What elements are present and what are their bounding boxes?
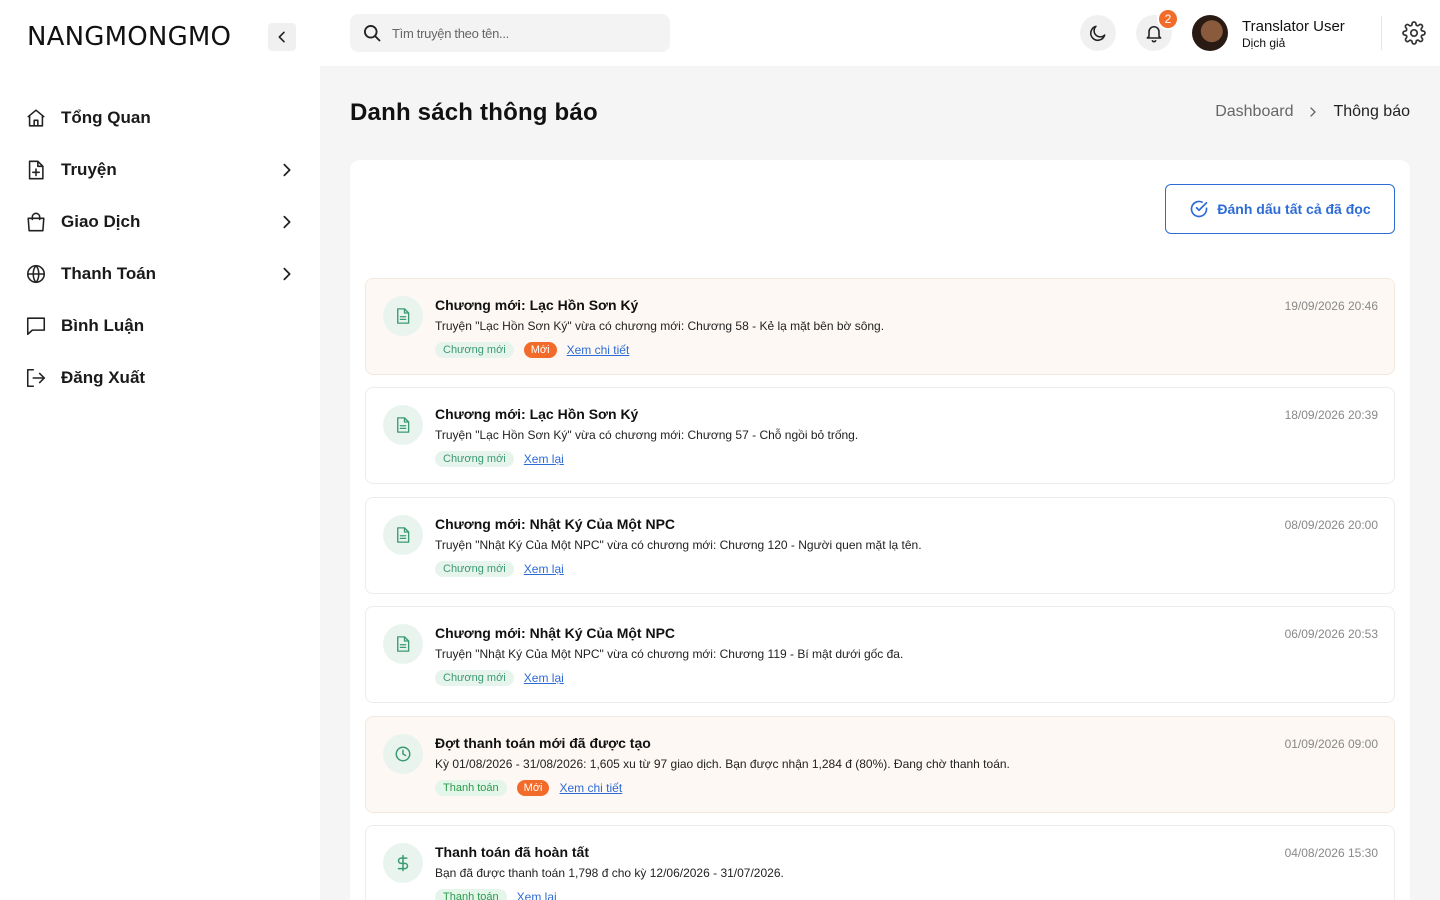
mark-all-read-button[interactable]: Đánh dấu tất cả đã đọc	[1165, 184, 1395, 234]
notification-count-badge: 2	[1157, 8, 1179, 30]
search-icon	[364, 25, 381, 42]
notification-item[interactable]: Chương mới: Nhật Ký Của Một NPC Truyện "…	[365, 606, 1395, 703]
file-plus-icon	[24, 158, 48, 182]
notification-message: Truyện "Lạc Hồn Sơn Ký" vừa có chương mớ…	[435, 319, 885, 333]
notification-item[interactable]: Đợt thanh toán mới đã được tạo Kỳ 01/08/…	[365, 716, 1395, 813]
notification-tags: Chương mới Mới Xem chi tiết	[435, 342, 629, 358]
chevron-left-icon	[278, 31, 285, 43]
notification-time: 19/09/2026 20:46	[1284, 299, 1378, 313]
topbar-divider	[1381, 16, 1382, 50]
gear-icon	[1402, 21, 1426, 45]
sidebar-item-label: Bình Luận	[61, 316, 145, 335]
view-again-link[interactable]: Xem lại	[524, 452, 564, 466]
dark-mode-toggle[interactable]	[1080, 15, 1116, 51]
view-again-link[interactable]: Xem lại	[517, 890, 557, 900]
sidebar-nav: Tổng Quan Truyện Giao Dịch Thanh Toán Bì…	[0, 92, 320, 404]
notification-item[interactable]: Chương mới: Lạc Hồn Sơn Ký Truyện "Lạc H…	[365, 387, 1395, 484]
settings-button[interactable]	[1401, 20, 1427, 46]
document-icon	[383, 405, 423, 445]
avatar[interactable]	[1192, 15, 1228, 51]
message-square-icon	[24, 314, 48, 338]
notification-message: Truyện "Lạc Hồn Sơn Ký" vừa có chương mớ…	[435, 428, 859, 442]
notification-time: 08/09/2026 20:00	[1284, 518, 1378, 532]
notification-time: 18/09/2026 20:39	[1284, 408, 1378, 422]
notification-title: Thanh toán đã hoàn tất	[435, 844, 589, 860]
page-title: Danh sách thông báo	[350, 99, 598, 126]
sidebar: NANGMONGMO Tổng Quan Truyện Giao Dịch Th…	[0, 0, 320, 900]
chevron-right-icon	[277, 212, 297, 232]
topbar: 2 Translator User Dịch giả	[320, 0, 1440, 66]
globe-icon	[24, 262, 48, 286]
notification-title: Chương mới: Lạc Hồn Sơn Ký	[435, 406, 639, 422]
category-badge: Chương mới	[435, 670, 514, 686]
home-icon	[24, 106, 48, 130]
sidebar-item-overview[interactable]: Tổng Quan	[0, 92, 320, 144]
notification-title: Đợt thanh toán mới đã được tạo	[435, 735, 651, 751]
notification-tags: Thanh toán Xem lại	[435, 889, 557, 900]
brand-logo[interactable]: NANGMONGMO	[27, 22, 231, 52]
sidebar-item-logout[interactable]: Đăng Xuất	[0, 352, 320, 404]
user-name[interactable]: Translator User	[1242, 18, 1345, 35]
sidebar-item-payments[interactable]: Thanh Toán	[0, 248, 320, 300]
notification-message: Truyện "Nhật Ký Của Một NPC" vừa có chươ…	[435, 538, 922, 552]
category-badge: Thanh toán	[435, 780, 507, 796]
search-input[interactable]	[392, 25, 652, 41]
notification-message: Bạn đã được thanh toán 1,798 đ cho kỳ 12…	[435, 866, 784, 880]
shopping-bag-icon	[24, 210, 48, 234]
notification-item[interactable]: Chương mới: Nhật Ký Của Một NPC Truyện "…	[365, 497, 1395, 594]
notifications-card: Đánh dấu tất cả đã đọc Chương mới: Lạc H…	[350, 160, 1410, 900]
view-detail-link[interactable]: Xem chi tiết	[559, 781, 622, 795]
category-badge: Thanh toán	[435, 889, 507, 900]
sidebar-item-transactions[interactable]: Giao Dịch	[0, 196, 320, 248]
breadcrumb-current: Thông báo	[1333, 103, 1410, 120]
notification-tags: Chương mới Xem lại	[435, 670, 564, 686]
notification-tags: Chương mới Xem lại	[435, 451, 564, 467]
notification-time: 04/08/2026 15:30	[1284, 846, 1378, 860]
clock-icon	[383, 734, 423, 774]
notification-item[interactable]: Thanh toán đã hoàn tất Bạn đã được thanh…	[365, 825, 1395, 900]
sidebar-item-label: Truyện	[61, 160, 117, 179]
category-badge: Chương mới	[435, 342, 514, 358]
view-again-link[interactable]: Xem lại	[524, 671, 564, 685]
notification-time: 06/09/2026 20:53	[1284, 627, 1378, 641]
notification-message: Kỳ 01/08/2026 - 31/08/2026: 1,605 xu từ …	[435, 757, 1010, 771]
notification-title: Chương mới: Nhật Ký Của Một NPC	[435, 516, 676, 532]
notification-title: Chương mới: Lạc Hồn Sơn Ký	[435, 297, 639, 313]
notification-title: Chương mới: Nhật Ký Của Một NPC	[435, 625, 676, 641]
notification-message: Truyện "Nhật Ký Của Một NPC" vừa có chươ…	[435, 647, 904, 661]
sidebar-item-label: Giao Dịch	[61, 212, 141, 231]
logout-icon	[24, 366, 48, 390]
sidebar-item-comments[interactable]: Bình Luận	[0, 300, 320, 352]
notification-tags: Chương mới Xem lại	[435, 561, 564, 577]
search-box[interactable]	[350, 14, 670, 52]
chevron-right-icon	[1307, 106, 1319, 118]
chevron-right-icon	[277, 160, 297, 180]
document-icon	[383, 296, 423, 336]
sidebar-item-label: Thanh Toán	[61, 264, 157, 283]
category-badge: Chương mới	[435, 561, 514, 577]
new-badge: Mới	[523, 342, 557, 358]
sidebar-item-stories[interactable]: Truyện	[0, 144, 320, 196]
new-badge: Mới	[516, 780, 550, 796]
notification-tags: Thanh toán Mới Xem chi tiết	[435, 780, 622, 796]
category-badge: Chương mới	[435, 451, 514, 467]
check-circle-icon	[1189, 199, 1209, 219]
sidebar-item-label: Tổng Quan	[61, 108, 151, 127]
view-again-link[interactable]: Xem lại	[524, 562, 564, 576]
mark-all-read-label: Đánh dấu tất cả đã đọc	[1217, 201, 1371, 217]
user-role: Dịch giả	[1242, 36, 1286, 50]
document-icon	[383, 624, 423, 664]
notification-time: 01/09/2026 09:00	[1284, 737, 1378, 751]
document-icon	[383, 515, 423, 555]
chevron-right-icon	[277, 264, 297, 284]
notifications-button[interactable]: 2	[1136, 8, 1179, 51]
moon-icon	[1090, 25, 1106, 41]
breadcrumb: Dashboard Thông báo	[1215, 103, 1410, 121]
breadcrumb-dashboard-link[interactable]: Dashboard	[1215, 103, 1293, 121]
collapse-sidebar-button[interactable]	[268, 23, 296, 51]
dollar-icon	[383, 843, 423, 883]
notification-item[interactable]: Chương mới: Lạc Hồn Sơn Ký Truyện "Lạc H…	[365, 278, 1395, 375]
view-detail-link[interactable]: Xem chi tiết	[567, 343, 630, 357]
sidebar-item-label: Đăng Xuất	[61, 368, 146, 387]
